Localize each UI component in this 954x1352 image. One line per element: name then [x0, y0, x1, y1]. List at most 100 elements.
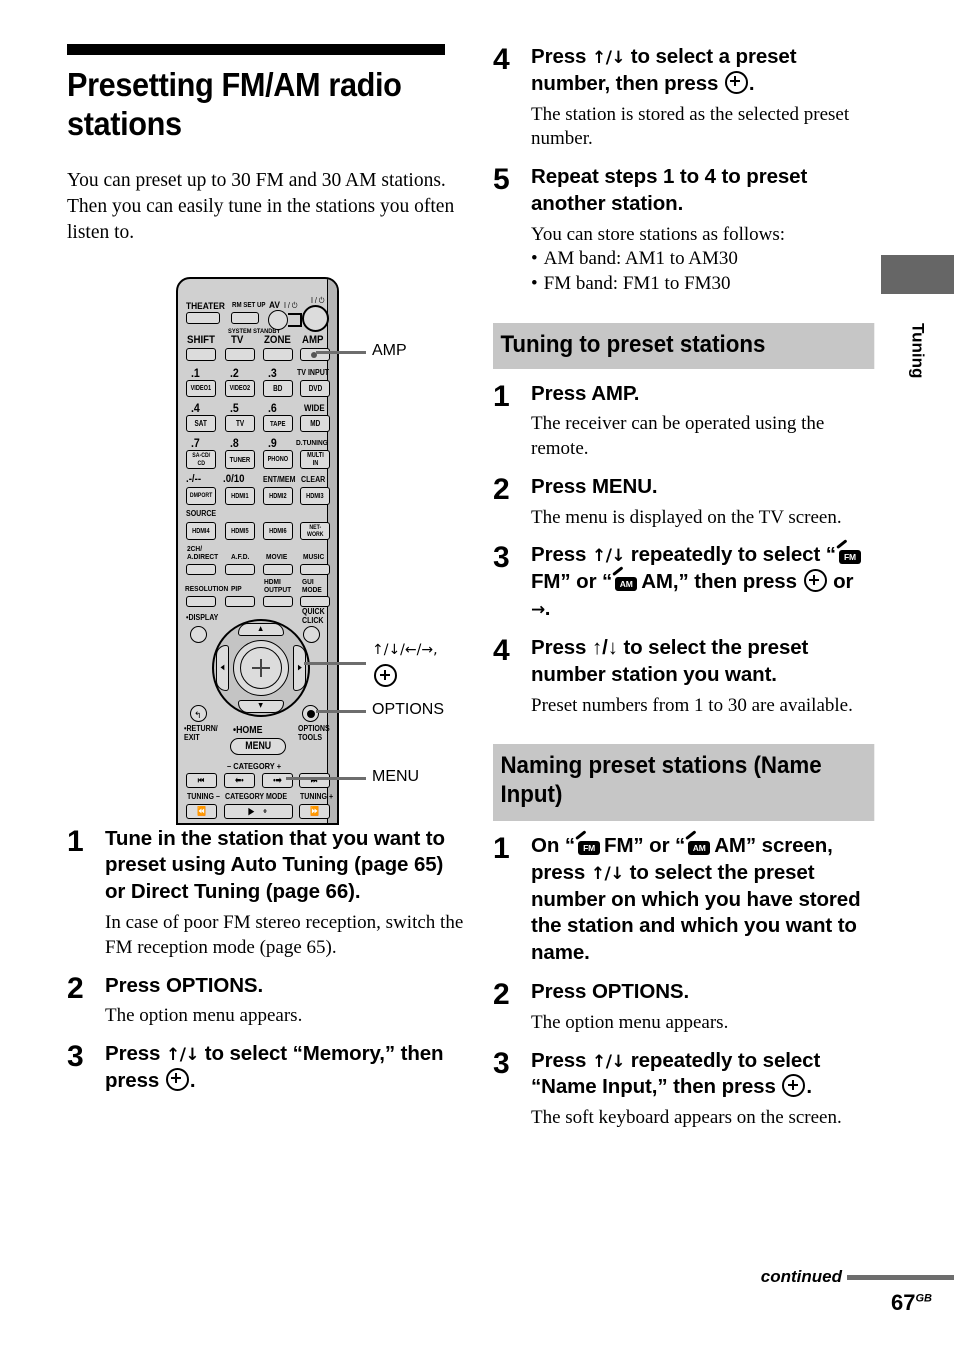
button-dpad-down[interactable]: ⯆	[238, 700, 284, 713]
page-number-suffix: GB	[915, 1292, 933, 1305]
step-number: 5	[493, 163, 510, 197]
options-dot-icon	[306, 709, 315, 718]
label-tuning-minus: TUNING –	[187, 792, 220, 801]
button-prev-track[interactable]: ⏮	[186, 773, 217, 788]
button-sat[interactable]: SAT	[186, 415, 216, 432]
button-dmport[interactable]: DMPORT	[186, 487, 216, 505]
button-hdmi4[interactable]: HDMI4	[186, 522, 216, 540]
button-bd[interactable]: BD	[263, 380, 293, 397]
step-preset-5: 5 Repeat steps 1 to 4 to preset another …	[493, 164, 876, 297]
button-tuning-plus[interactable]: ⏩	[299, 804, 330, 819]
button-quick-click[interactable]	[303, 626, 320, 643]
button-hdmi6[interactable]: HDMI6	[263, 522, 293, 540]
label-movie: MOVIE	[266, 552, 288, 561]
button-sacd-cd[interactable]: SA-CD/CD	[186, 450, 216, 469]
button-dvd[interactable]: DVD	[300, 380, 330, 397]
button-2ch-adirect[interactable]	[186, 564, 216, 575]
button-phono[interactable]: PHONO	[263, 450, 293, 469]
step-title: Press AMP.	[531, 381, 640, 405]
button-amp-power[interactable]	[302, 305, 329, 332]
button-network[interactable]: NET- WORK	[300, 522, 330, 540]
button-next-track[interactable]: ⏭	[299, 773, 330, 788]
step-desc: You can store stations as follows:	[531, 223, 786, 245]
button-afd[interactable]	[225, 564, 255, 575]
label-category-mode: CATEGORY MODE	[225, 792, 288, 801]
am-band-icon: AM	[685, 830, 712, 855]
step-naming-2: 2 Press OPTIONS. The option menu appears…	[493, 979, 876, 1036]
button-shift[interactable]	[186, 348, 216, 361]
button-theater[interactable]	[186, 312, 220, 324]
remote-control-illustration: THEATER RM SET UP AV I / ⏻ I / ⏻ SYSTEM …	[176, 277, 476, 827]
step-tuning-2: 2 Press MENU. The menu is displayed on t…	[493, 474, 876, 531]
button-dpad-left[interactable]: ⯇	[216, 645, 229, 691]
button-pip[interactable]	[225, 596, 255, 607]
step-tuning-3: 3 Press ↑/↓ repeatedly to select “FM FM” …	[493, 539, 876, 623]
label-amp: AMP	[302, 334, 324, 346]
step-text-fm: FM” or “	[531, 570, 613, 594]
step-preset-3: 3 Press ↑/↓ to select “Memory,” then pre…	[67, 1041, 467, 1095]
button-music[interactable]	[300, 564, 330, 575]
step-title: Press OPTIONS.	[105, 973, 264, 997]
step-text-mid: repeatedly to select “	[625, 543, 836, 567]
label-num-0-10: .0/10	[223, 473, 245, 485]
label-rm-setup: RM SET UP	[232, 302, 266, 309]
step-desc: The option menu appears.	[531, 1011, 729, 1033]
step-naming-3: 3 Press ↑/↓ repeatedly to select “Name I…	[493, 1048, 876, 1131]
label-music: MUSIC	[303, 552, 325, 561]
button-display[interactable]	[190, 626, 207, 643]
enter-button-icon	[165, 1067, 189, 1091]
button-hdmi-output[interactable]	[263, 596, 293, 607]
button-video2[interactable]: VIDEO2	[225, 380, 255, 397]
leader-line	[316, 710, 366, 713]
button-hdmi5[interactable]: HDMI5	[225, 522, 255, 540]
button-video1[interactable]: VIDEO1	[186, 380, 216, 397]
button-av-power[interactable]	[268, 310, 288, 330]
callout-label: OPTIONS	[372, 701, 445, 718]
button-zone[interactable]	[263, 348, 293, 361]
step-number: 2	[493, 472, 510, 506]
enter-button-icon	[803, 569, 827, 593]
button-md[interactable]: MD	[300, 415, 330, 432]
button-tv[interactable]	[225, 348, 255, 361]
footer-rule	[847, 1274, 954, 1280]
step-desc: In case of poor FM stereo reception, swi…	[105, 912, 464, 958]
manual-page: Presetting FM/AM radio stations You can …	[0, 0, 954, 1352]
label-num-5: .5	[230, 401, 239, 415]
button-movie[interactable]	[263, 564, 293, 575]
button-tv-source[interactable]: TV	[225, 415, 255, 432]
button-hdmi1[interactable]: HDMI1	[225, 487, 255, 505]
button-rm-setup[interactable]	[231, 312, 259, 324]
button-tuner[interactable]: TUNER	[225, 450, 255, 469]
step-number: 4	[493, 633, 510, 667]
am-band-icon: AM	[612, 566, 639, 592]
step-desc: The option menu appears.	[105, 1005, 303, 1027]
label-display: •DISPLAY	[186, 613, 219, 622]
page-number: 67GB	[614, 1290, 954, 1316]
button-tuning-minus[interactable]: ⏪	[186, 804, 217, 819]
button-multi-in[interactable]: MULTI IN	[300, 450, 330, 469]
step-title: On “FM FM” or “AM AM” screen, press ↑/↓ to…	[531, 830, 876, 967]
button-resolution[interactable]	[186, 596, 216, 607]
step-number: 1	[493, 831, 510, 865]
label-resolution: RESOLUTION	[185, 584, 229, 593]
leader-line	[304, 662, 366, 665]
button-dpad-right[interactable]: ⯈	[293, 645, 306, 691]
step-text-or: or	[827, 570, 854, 594]
step-number: 3	[67, 1040, 84, 1074]
button-category-minus[interactable]: ⬅•	[224, 773, 255, 788]
step-text-pre: Press	[531, 1048, 592, 1072]
label-d-tuning: D.TUNING	[296, 438, 328, 447]
label-source: SOURCE	[186, 509, 217, 518]
button-dpad-up[interactable]: ⯅	[238, 623, 284, 636]
button-hdmi3[interactable]: HDMI3	[300, 487, 330, 505]
button-tape[interactable]: TAPE	[263, 415, 293, 432]
button-category-plus[interactable]: •➡	[262, 773, 293, 788]
enter-button-icon	[782, 1074, 806, 1098]
button-play[interactable]: ▶ ⚬	[224, 804, 293, 819]
button-gui-mode[interactable]	[300, 596, 330, 607]
callout-enter-icon	[373, 664, 398, 688]
step-desc: Preset numbers from 1 to 30 are availabl…	[531, 694, 853, 716]
button-menu[interactable]: MENU	[230, 738, 286, 755]
button-hdmi2[interactable]: HDMI2	[263, 487, 293, 505]
step-preset-2: 2 Press OPTIONS. The option menu appears…	[67, 973, 467, 1030]
